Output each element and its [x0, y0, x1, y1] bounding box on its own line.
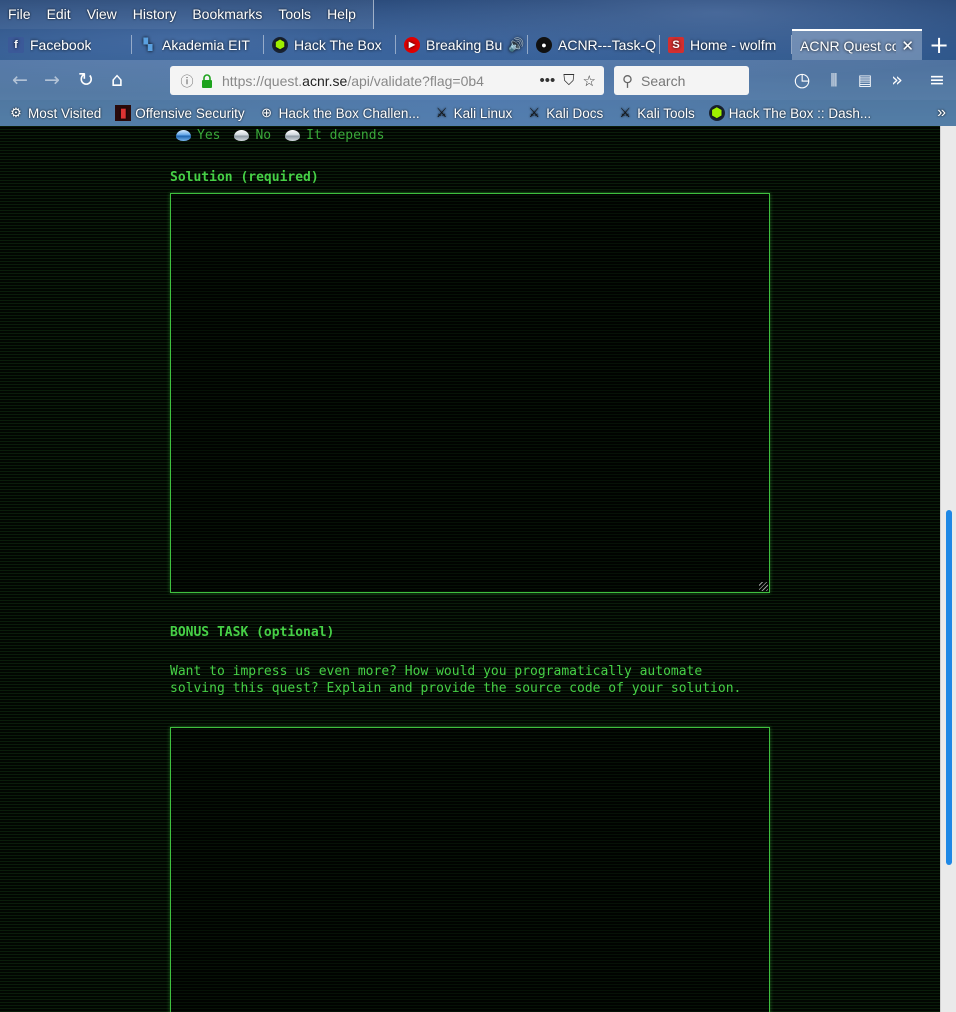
library-icon[interactable]: ⫼ [822, 68, 846, 92]
bookmark-offensive-security[interactable]: ▮ Offensive Security [107, 105, 250, 121]
star-icon[interactable]: ☆ [583, 72, 596, 90]
s-icon: S [668, 36, 684, 53]
home-icon[interactable]: ⌂ [105, 68, 129, 92]
bonus-label: BONUS TASK (optional) [170, 625, 335, 640]
scrollbar-thumb[interactable] [946, 510, 952, 865]
solution-textarea[interactable] [170, 193, 770, 593]
back-arrow-icon[interactable]: ← [8, 68, 32, 92]
page-actions-icon[interactable]: ••• [540, 72, 556, 89]
menu-bar: File Edit View History Bookmarks Tools H… [0, 0, 374, 29]
bookmarks-overflow-icon[interactable]: » [929, 104, 956, 122]
page-scrollbar[interactable] [940, 126, 956, 1012]
menu-help[interactable]: Help [319, 0, 364, 29]
bookmark-label: Kali Tools [637, 105, 695, 121]
overflow-chevron-icon[interactable]: » [885, 68, 909, 92]
radio-label-yes: Yes [197, 127, 221, 143]
bookmark-label: Offensive Security [135, 105, 245, 121]
reload-icon[interactable]: ↻ [74, 68, 98, 92]
tab-facebook[interactable]: f Facebook [0, 29, 132, 60]
globe-icon: ⊕ [261, 105, 273, 120]
tab-label: Hack The Box [294, 36, 382, 53]
tab-breaking-bad[interactable]: ▶ Breaking Bu 🔊 [396, 29, 528, 60]
hamburger-menu-icon[interactable]: ≡ [925, 68, 949, 92]
nav-bar: ← → ↻ ⌂ ⓘ https://quest.acnr.se/api/vali… [0, 60, 956, 100]
menu-file[interactable]: File [0, 0, 39, 29]
gear-icon: ⚙ [10, 105, 22, 120]
tab-label: Breaking Bu [426, 36, 503, 53]
info-icon[interactable]: ⓘ [176, 71, 198, 90]
solution-label: Solution (required) [170, 170, 319, 185]
tab-label: Akademia EIT [162, 36, 250, 53]
tab-akademia[interactable]: ▚ Akademia EIT [132, 29, 264, 60]
bookmark-htb-challenges[interactable]: ⊕ Hack the Box Challen... [251, 105, 426, 121]
htb-icon: ⬢ [272, 36, 288, 53]
kali-icon: ⚔ [435, 105, 448, 120]
tab-label: ACNR Quest co [800, 37, 896, 54]
tab-wolfm[interactable]: S Home - wolfm [660, 29, 792, 60]
radio-label-no: No [255, 127, 272, 143]
forward-arrow-icon[interactable]: → [40, 68, 64, 92]
new-tab-button[interactable]: + [922, 29, 956, 60]
tab-acnr-task[interactable]: ● ACNR---Task-Q [528, 29, 660, 60]
url-domain: acnr.se [302, 72, 348, 89]
bookmark-most-visited[interactable]: ⚙ Most Visited [0, 105, 107, 121]
menu-view[interactable]: View [79, 0, 125, 29]
tab-acnr-quest[interactable]: ACNR Quest co ✕ [792, 29, 922, 60]
menu-bookmarks[interactable]: Bookmarks [184, 0, 270, 29]
bookmark-kali-docs[interactable]: ⚔ Kali Docs [518, 105, 609, 121]
tab-hackthebox[interactable]: ⬢ Hack The Box [264, 29, 396, 60]
youtube-icon: ▶ [404, 36, 420, 53]
bookmark-label: Hack The Box :: Dash... [728, 105, 872, 121]
bookmark-label: Most Visited [28, 105, 102, 121]
facebook-icon: f [8, 36, 24, 53]
bonus-description-line-2: solving this quest? Explain and provide … [170, 681, 742, 696]
bonus-description: Want to impress us even more? How would … [170, 663, 790, 697]
tab-label: ACNR---Task-Q [558, 36, 656, 53]
close-icon[interactable]: ✕ [901, 37, 914, 55]
url-bar[interactable]: ⓘ https://quest.acnr.se/api/validate?fla… [170, 66, 604, 95]
bookmark-label: Hack the Box Challen... [278, 105, 420, 121]
menu-tools[interactable]: Tools [270, 0, 319, 29]
resize-grip-icon[interactable] [759, 582, 768, 591]
github-icon: ● [536, 36, 552, 53]
speaker-icon[interactable]: 🔊 [508, 37, 524, 53]
sidebar-icon[interactable]: ▤ [853, 68, 877, 92]
radio-group: Yes No It depends [176, 126, 398, 144]
lock-icon [202, 73, 212, 88]
bookmark-label: Kali Docs [546, 105, 604, 121]
search-placeholder: Search [641, 72, 686, 89]
menu-edit[interactable]: Edit [39, 0, 79, 29]
pocket-icon[interactable]: ⛉ [563, 72, 574, 89]
bookmark-htb-dashboard[interactable]: ⬢ Hack The Box :: Dash... [701, 105, 877, 121]
bonus-textarea[interactable] [170, 727, 770, 1012]
url-path: /api/validate?flag=0b4 [347, 72, 484, 89]
menu-history[interactable]: History [125, 0, 185, 29]
search-icon: ⚲ [622, 72, 633, 90]
kali-icon: ⚔ [619, 105, 632, 120]
radio-label-it-depends: It depends [306, 127, 385, 143]
url-text[interactable]: https://quest.acnr.se/api/validate?flag=… [222, 73, 522, 89]
kali-icon: ⚔ [528, 105, 541, 120]
bonus-description-line-1: Want to impress us even more? How would … [170, 664, 703, 679]
browser-chrome: File Edit View History Bookmarks Tools H… [0, 0, 956, 126]
radio-it-depends[interactable] [285, 129, 301, 141]
history-clock-icon[interactable]: ◷ [790, 68, 814, 92]
tab-label: Home - wolfm [690, 36, 777, 53]
bookmark-kali-tools[interactable]: ⚔ Kali Tools [609, 105, 701, 121]
page-content: Yes No It depends Solution (required) BO… [0, 126, 940, 1012]
search-input[interactable]: ⚲ Search [614, 66, 749, 95]
tab-bar: f Facebook ▚ Akademia EIT ⬢ Hack The Box… [0, 29, 956, 60]
radio-no[interactable] [234, 129, 250, 141]
bookmarks-toolbar: ⚙ Most Visited ▮ Offensive Security ⊕ Ha… [0, 100, 956, 126]
tab-label: Facebook [30, 36, 92, 53]
radio-yes[interactable] [176, 129, 191, 141]
akademia-icon: ▚ [143, 39, 153, 51]
url-prefix: https://quest. [222, 72, 303, 89]
bookmark-kali-linux[interactable]: ⚔ Kali Linux [426, 105, 519, 121]
offsec-icon: ▮ [115, 105, 132, 121]
bookmark-label: Kali Linux [453, 105, 513, 121]
htb-icon: ⬢ [708, 105, 725, 121]
